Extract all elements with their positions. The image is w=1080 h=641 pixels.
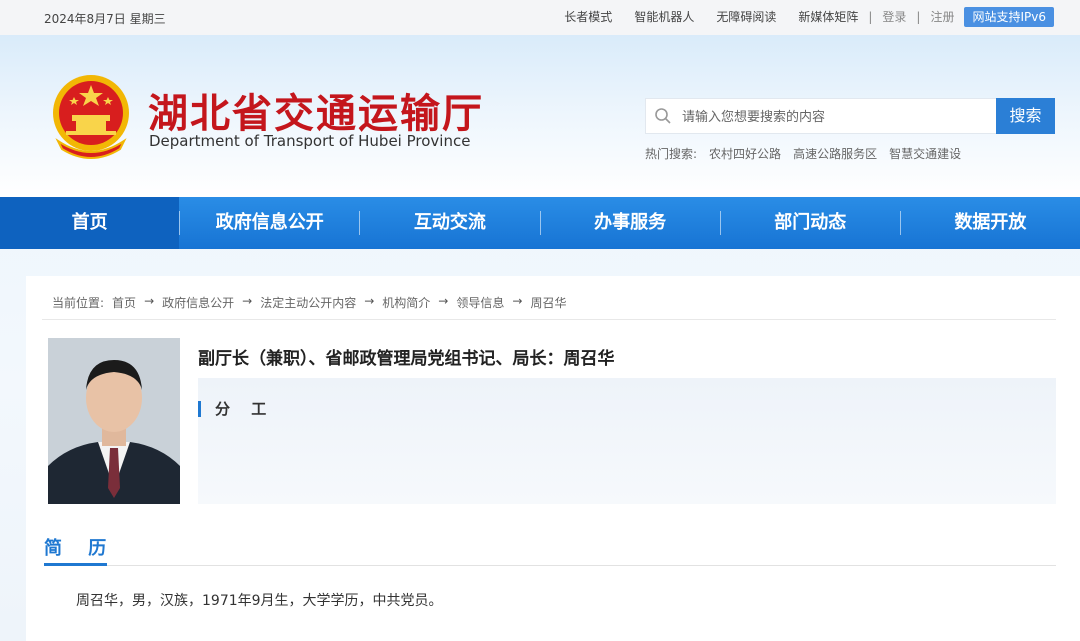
nav-dept-news[interactable]: 部门动态 [721, 197, 900, 249]
search-button[interactable]: 搜索 [996, 98, 1055, 134]
nav-interaction[interactable]: 互动交流 [360, 197, 539, 249]
divider [44, 565, 1056, 566]
login-link[interactable]: 登录 [882, 7, 906, 27]
accessible-reading-link[interactable]: 无障碍阅读 [716, 7, 776, 27]
current-date: 2024年8月7日 星期三 [44, 12, 166, 26]
hot-search-label: 热门搜索: [645, 147, 698, 161]
leader-title: 副厅长（兼职）、省邮政管理局党组书记、局长：周召华 [198, 349, 615, 369]
breadcrumb-item[interactable]: 机构简介 [382, 294, 430, 311]
duty-panel: 分 工 [198, 378, 1056, 504]
smart-robot-link[interactable]: 智能机器人 [634, 7, 694, 27]
ipv6-badge[interactable]: 网站支持IPv6 [964, 7, 1054, 27]
site-subtitle: Department of Transport of Hubei Provinc… [149, 132, 471, 150]
nav-services[interactable]: 办事服务 [541, 197, 720, 249]
breadcrumb-arrow: → [438, 294, 449, 308]
breadcrumb-arrow: → [364, 294, 375, 308]
duty-label: 分 工 [215, 400, 275, 418]
search-icon [655, 108, 671, 124]
breadcrumb-arrow: → [144, 294, 155, 308]
hot-search-item[interactable]: 农村四好公路 [709, 145, 781, 162]
new-media-link[interactable]: 新媒体矩阵 [798, 7, 858, 27]
search-input[interactable] [680, 105, 984, 127]
site-title[interactable]: 湖北省交通运输厅 [148, 81, 484, 139]
hot-search-item[interactable]: 高速公路服务区 [793, 145, 877, 162]
heading-bar [198, 400, 201, 417]
site-header: 湖北省交通运输厅 Department of Transport of Hube… [0, 35, 1080, 197]
breadcrumb-item[interactable]: 领导信息 [456, 294, 504, 311]
breadcrumb-arrow: → [512, 294, 523, 308]
national-emblem-icon [53, 75, 129, 159]
breadcrumb-item[interactable]: 首页 [112, 294, 136, 311]
breadcrumb-item[interactable]: 政府信息公开 [162, 294, 234, 311]
hot-searches: 热门搜索: 农村四好公路 高速公路服务区 智慧交通建设 [645, 145, 973, 162]
elder-mode-link[interactable]: 长者模式 [564, 7, 612, 27]
duty-heading: 分 工 [198, 398, 274, 419]
resume-heading: 简 历 [44, 538, 117, 559]
nav-home[interactable]: 首页 [0, 197, 180, 249]
search-box [645, 98, 996, 134]
separator: | [868, 10, 873, 24]
portrait-image [48, 338, 180, 504]
divider [42, 319, 1056, 320]
resume-underline [44, 563, 107, 566]
top-bar: 2024年8月7日 星期三 长者模式 智能机器人 无障碍阅读 新媒体矩阵 | 登… [0, 0, 1080, 35]
nav-open-data[interactable]: 数据开放 [901, 197, 1080, 249]
breadcrumb-arrow: → [242, 294, 253, 308]
breadcrumb-label: 当前位置: [52, 296, 105, 310]
main-nav: 首页 政府信息公开 互动交流 办事服务 部门动态 数据开放 [0, 197, 1080, 249]
register-link[interactable]: 注册 [930, 7, 954, 27]
nav-gov-info[interactable]: 政府信息公开 [180, 197, 359, 249]
breadcrumb-item[interactable]: 法定主动公开内容 [260, 294, 356, 311]
breadcrumb: 当前位置: 首页 → 政府信息公开 → 法定主动公开内容 → 机构简介 → 领导… [52, 294, 574, 311]
resume-text: 周召华，男，汉族，1971年9月生，大学学历，中共党员。 [76, 593, 443, 609]
content-panel: 当前位置: 首页 → 政府信息公开 → 法定主动公开内容 → 机构简介 → 领导… [26, 276, 1080, 641]
leader-photo [48, 338, 180, 504]
separator: | [916, 10, 921, 24]
top-links: 长者模式 智能机器人 无障碍阅读 新媒体矩阵 | 登录 | 注册 网站支持IPv… [542, 7, 1054, 27]
breadcrumb-item-current: 周召华 [530, 296, 567, 310]
hot-search-item[interactable]: 智慧交通建设 [889, 145, 961, 162]
